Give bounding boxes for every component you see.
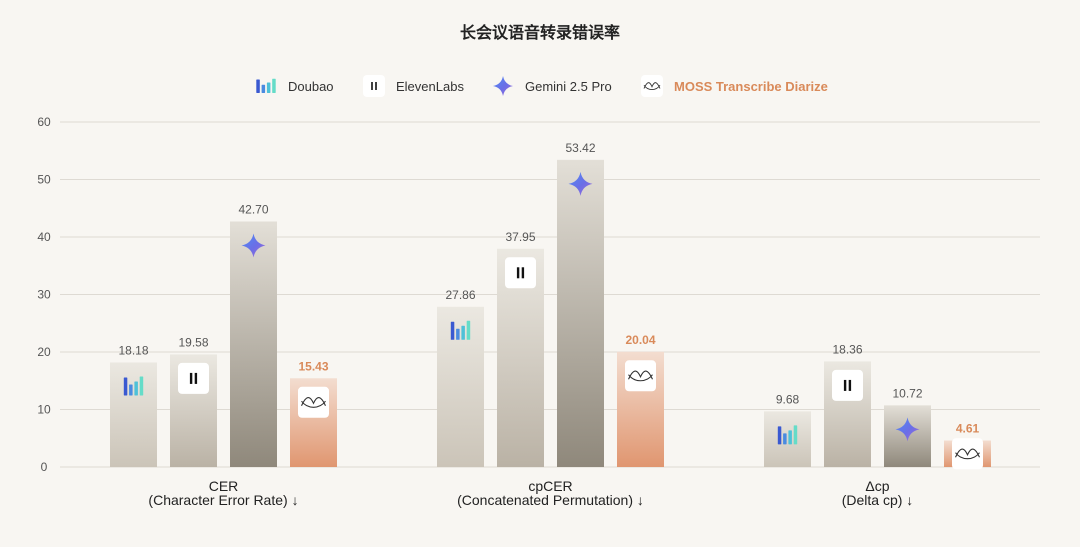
y-tick-label: 60: [37, 115, 51, 129]
moss-icon: [952, 438, 983, 470]
bar: [437, 306, 484, 467]
x-category-sublabel: (Delta cp) ↓: [842, 492, 914, 508]
elevenlabs-icon: [178, 362, 209, 394]
bar: [764, 411, 811, 467]
data-label: 18.36: [832, 342, 862, 356]
data-label: 27.86: [445, 288, 475, 302]
legend-label: Gemini 2.5 Pro: [525, 79, 612, 94]
doubao-icon-bar: [777, 426, 782, 445]
chart-title: 长会议语音转录错误率: [460, 23, 620, 42]
elevenlabs-icon-bar: [848, 379, 852, 391]
elevenlabs-icon: [505, 257, 536, 289]
elevenlabs-icon-bar: [521, 267, 525, 279]
data-label: 10.72: [892, 386, 922, 400]
doubao-icon-bar: [450, 321, 455, 340]
bar: [110, 362, 157, 467]
data-label: 15.43: [298, 359, 328, 373]
data-label: 53.42: [565, 141, 595, 155]
x-category-sublabel: (Character Error Rate) ↓: [148, 492, 298, 508]
data-label: 19.58: [178, 335, 208, 349]
elevenlabs-icon: [363, 75, 385, 97]
bars: 18.18 19.58 42.70 15.43 27.86 37.95 53.42 20.04…: [110, 141, 991, 470]
bar-group: 9.68 18.36 10.72 4.61: [764, 342, 991, 470]
doubao-icon-bar: [256, 79, 260, 93]
elevenlabs-icon-bar: [516, 267, 520, 279]
doubao-icon-bar: [793, 425, 798, 445]
data-label: 4.61: [956, 421, 980, 435]
y-tick-label: 20: [37, 345, 51, 359]
moss-icon: [641, 75, 663, 97]
doubao-icon-bar: [129, 384, 133, 396]
data-label: 42.70: [238, 202, 268, 216]
legend-label: MOSS Transcribe Diarize: [674, 79, 828, 94]
gemini-icon: [493, 76, 513, 96]
elevenlabs-icon-bar: [843, 379, 847, 391]
elevenlabs-icon-bar: [194, 372, 198, 384]
doubao-icon-bar: [123, 377, 128, 396]
bar-group: 18.18 19.58 42.70 15.43: [110, 202, 337, 467]
doubao-icon-bar: [266, 82, 271, 93]
elevenlabs-icon-box: [832, 369, 863, 401]
moss-icon: [298, 386, 329, 418]
doubao-icon-bar: [456, 328, 460, 340]
doubao-icon-bar: [466, 320, 471, 340]
y-tick-label: 10: [37, 403, 51, 417]
elevenlabs-icon-box: [178, 362, 209, 394]
data-label: 9.68: [776, 392, 800, 406]
y-tick-label: 0: [41, 460, 48, 474]
bar: [557, 159, 604, 467]
elevenlabs-icon-bar: [189, 372, 193, 384]
elevenlabs-icon: [832, 369, 863, 401]
x-category-sublabel: (Concatenated Permutation) ↓: [457, 492, 644, 508]
elevenlabs-icon-bar: [375, 82, 377, 90]
x-axis-labels: CER(Character Error Rate) ↓cpCER(Concate…: [148, 478, 913, 508]
elevenlabs-icon-bar: [371, 82, 373, 90]
y-tick-label: 30: [37, 288, 51, 302]
doubao-icon-bar: [261, 84, 266, 93]
data-label: 20.04: [625, 333, 655, 347]
y-tick-label: 50: [37, 173, 51, 187]
legend-label: ElevenLabs: [396, 79, 464, 94]
doubao-icon: [256, 78, 276, 93]
bar-group: 27.86 37.95 53.42 20.04: [437, 141, 664, 467]
moss-icon: [625, 360, 656, 392]
legend-item: Doubao: [256, 78, 334, 94]
data-label: 18.18: [118, 343, 148, 357]
legend: Doubao ElevenLabs Gemini 2.5 Pro MOSS Trans…: [256, 75, 828, 97]
chart: 长会议语音转录错误率 Doubao ElevenLabs Gemini 2.5 Pr…: [37, 23, 1040, 508]
doubao-icon-bar: [139, 376, 144, 396]
doubao-icon-bar: [788, 430, 792, 445]
legend-item: Gemini 2.5 Pro: [493, 76, 612, 96]
doubao-icon-bar: [461, 325, 465, 340]
data-label: 37.95: [505, 230, 535, 244]
doubao-icon-bar: [134, 381, 138, 396]
bar: [230, 221, 277, 467]
legend-item: MOSS Transcribe Diarize: [641, 75, 828, 97]
legend-label: Doubao: [288, 79, 334, 94]
gemini-icon-star: [493, 76, 513, 96]
y-tick-label: 40: [37, 230, 51, 244]
legend-item: ElevenLabs: [363, 75, 464, 97]
doubao-icon-bar: [272, 78, 276, 93]
elevenlabs-icon-box: [363, 75, 385, 97]
elevenlabs-icon-box: [505, 257, 536, 289]
doubao-icon-bar: [783, 433, 787, 445]
